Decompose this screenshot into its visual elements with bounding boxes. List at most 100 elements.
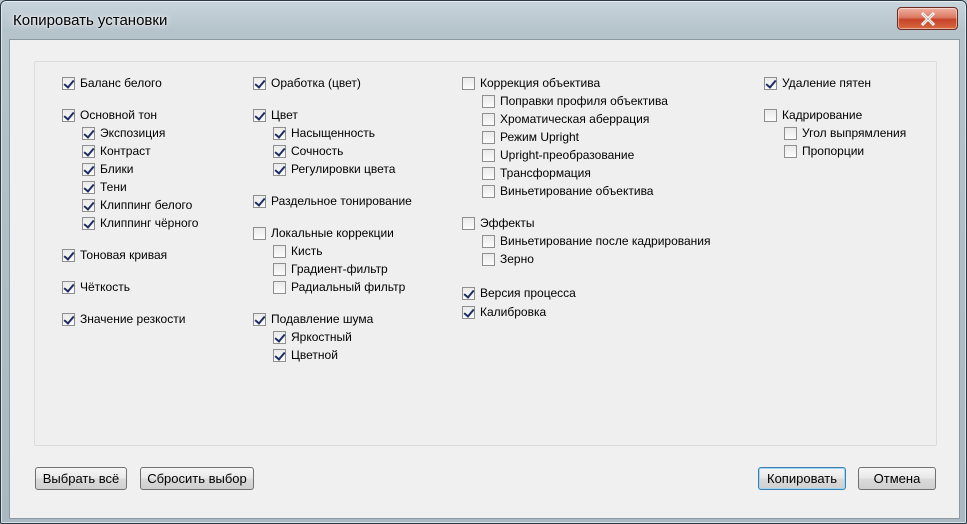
checkbox[interactable]: [482, 184, 495, 198]
checkbox[interactable]: [273, 144, 286, 158]
option-label: Виньетирование после кадрирования: [500, 234, 711, 248]
option-calibration[interactable]: Калибровка: [462, 304, 546, 320]
checkbox[interactable]: [253, 76, 266, 90]
option-label: Кадрирование: [782, 108, 863, 122]
option-saturation[interactable]: Насыщенность: [273, 125, 375, 141]
option-upright-transform[interactable]: Upright-преобразование: [482, 147, 634, 163]
option-vibrance[interactable]: Сочность: [273, 143, 343, 159]
option-tone-curve[interactable]: Тоновая кривая: [62, 247, 167, 263]
checkbox[interactable]: [273, 244, 286, 258]
copy-button[interactable]: Копировать: [758, 467, 846, 490]
checkbox[interactable]: [273, 330, 286, 344]
checkbox[interactable]: [462, 76, 475, 90]
option-graduated-filter[interactable]: Градиент-фильтр: [273, 261, 388, 277]
checkbox[interactable]: [482, 234, 495, 248]
checkbox[interactable]: [273, 126, 286, 140]
option-lens-profile[interactable]: Поправки профиля объектива: [482, 93, 668, 109]
option-radial-filter[interactable]: Радиальный фильтр: [273, 279, 405, 295]
option-highlights[interactable]: Блики: [82, 161, 133, 177]
option-noise-reduction[interactable]: Подавление шума: [253, 311, 373, 327]
checkbox[interactable]: [784, 144, 797, 158]
option-label: Тени: [100, 180, 127, 194]
option-label: Регулировки цвета: [291, 162, 396, 176]
option-straighten-angle[interactable]: Угол выпрямления: [784, 125, 906, 141]
option-label: Калибровка: [480, 305, 547, 319]
checkbox[interactable]: [764, 76, 777, 90]
checkbox[interactable]: [62, 76, 75, 90]
option-color[interactable]: Цвет: [253, 107, 298, 123]
checkbox[interactable]: [62, 312, 75, 326]
checkbox[interactable]: [462, 305, 475, 319]
option-contrast[interactable]: Контраст: [82, 143, 151, 159]
option-label: Угол выпрямления: [802, 126, 907, 140]
option-exposure[interactable]: Экспозиция: [82, 125, 165, 141]
checkbox[interactable]: [764, 108, 777, 122]
close-button[interactable]: [897, 7, 958, 30]
option-effects[interactable]: Эффекты: [462, 215, 535, 231]
checkbox[interactable]: [253, 194, 266, 208]
checkbox[interactable]: [62, 108, 75, 122]
option-white-clipping[interactable]: Клиппинг белого: [82, 197, 192, 213]
checkbox[interactable]: [482, 148, 495, 162]
option-brush[interactable]: Кисть: [273, 243, 322, 259]
checkbox[interactable]: [253, 108, 266, 122]
checkbox[interactable]: [82, 162, 95, 176]
option-black-clipping[interactable]: Клиппинг чёрного: [82, 215, 198, 231]
option-label: Подавление шума: [271, 312, 374, 326]
reset-selection-button[interactable]: Сбросить выбор: [140, 467, 254, 490]
checkbox[interactable]: [62, 248, 75, 262]
option-label: Чёткость: [80, 280, 130, 294]
select-all-button[interactable]: Выбрать всё: [35, 467, 127, 490]
option-spot-removal[interactable]: Удаление пятен: [764, 75, 871, 91]
option-split-toning[interactable]: Раздельное тонирование: [253, 193, 412, 209]
option-transform[interactable]: Трансформация: [482, 165, 591, 181]
option-treatment-color[interactable]: Оработка (цвет): [253, 75, 361, 91]
option-grain[interactable]: Зерно: [482, 251, 534, 267]
checkbox[interactable]: [82, 126, 95, 140]
option-chromatic-aberration[interactable]: Хроматическая аберрация: [482, 111, 649, 127]
checkbox[interactable]: [82, 216, 95, 230]
checkbox[interactable]: [482, 94, 495, 108]
cancel-button[interactable]: Отмена: [858, 467, 936, 490]
close-icon: [920, 11, 935, 26]
option-process-version[interactable]: Версия процесса: [462, 285, 576, 301]
option-upright-mode[interactable]: Режим Upright: [482, 129, 579, 145]
checkbox[interactable]: [273, 162, 286, 176]
checkbox[interactable]: [253, 312, 266, 326]
checkbox[interactable]: [62, 280, 75, 294]
option-color-adjustments[interactable]: Регулировки цвета: [273, 161, 395, 177]
checkbox[interactable]: [82, 144, 95, 158]
option-lens-vignetting[interactable]: Виньетирование объектива: [482, 183, 653, 199]
option-lens-corrections[interactable]: Коррекция объектива: [462, 75, 600, 91]
option-label: Значение резкости: [80, 312, 186, 326]
option-basic-tone[interactable]: Основной тон: [62, 107, 157, 123]
checkbox[interactable]: [462, 216, 475, 230]
option-label: Насыщенность: [291, 126, 376, 140]
option-label: Контраст: [100, 144, 151, 158]
checkbox[interactable]: [462, 286, 475, 300]
option-color-noise[interactable]: Цветной: [273, 347, 338, 363]
checkbox[interactable]: [273, 280, 286, 294]
option-sharpening[interactable]: Значение резкости: [62, 311, 185, 327]
checkbox[interactable]: [482, 166, 495, 180]
checkbox[interactable]: [482, 112, 495, 126]
checkbox[interactable]: [253, 226, 266, 240]
title-bar[interactable]: Копировать установки: [1, 1, 966, 41]
option-label: Поправки профиля объектива: [500, 94, 668, 108]
checkbox[interactable]: [273, 348, 286, 362]
option-clarity[interactable]: Чёткость: [62, 279, 130, 295]
checkbox[interactable]: [273, 262, 286, 276]
option-local-adjustments[interactable]: Локальные коррекции: [253, 225, 394, 241]
option-crop[interactable]: Кадрирование: [764, 107, 862, 123]
option-aspect-ratio[interactable]: Пропорции: [784, 143, 864, 159]
option-label: Градиент-фильтр: [291, 262, 388, 276]
option-luminance[interactable]: Яркостный: [273, 329, 352, 345]
checkbox[interactable]: [82, 180, 95, 194]
option-post-crop-vignetting[interactable]: Виньетирование после кадрирования: [482, 233, 711, 249]
option-shadows[interactable]: Тени: [82, 179, 127, 195]
checkbox[interactable]: [482, 130, 495, 144]
checkbox[interactable]: [784, 126, 797, 140]
checkbox[interactable]: [482, 252, 495, 266]
option-white-balance[interactable]: Баланс белого: [62, 75, 162, 91]
checkbox[interactable]: [82, 198, 95, 212]
